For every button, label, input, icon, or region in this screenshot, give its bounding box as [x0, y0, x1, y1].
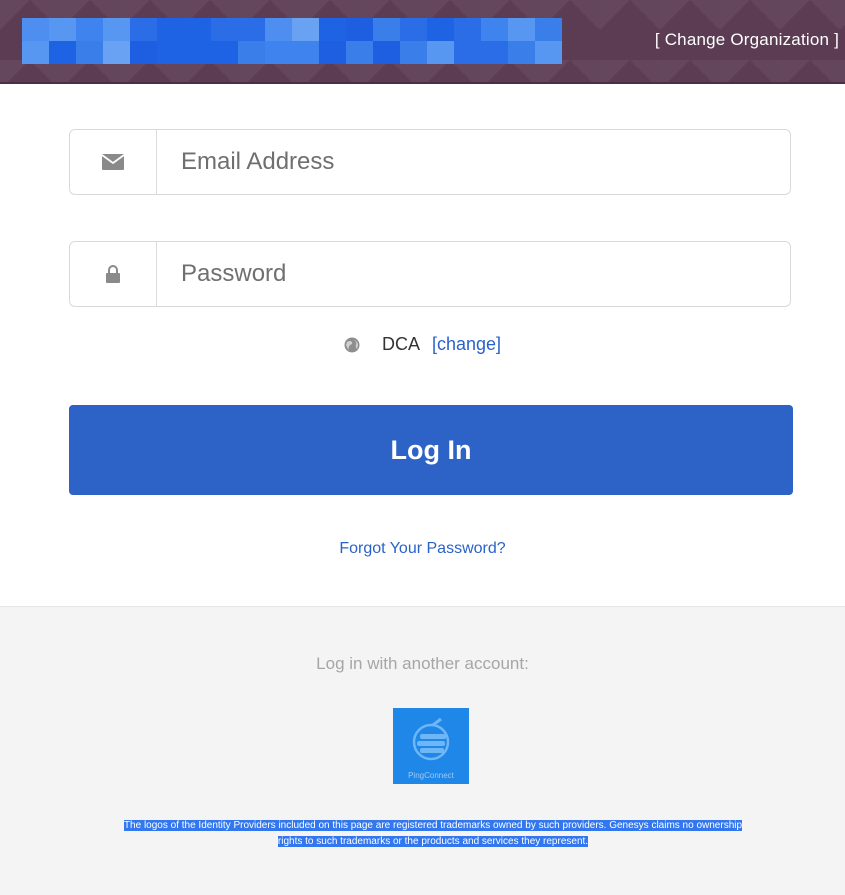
redaction-pixel [130, 41, 157, 64]
redaction-pixel [265, 18, 292, 41]
log-in-button[interactable]: Log In [69, 405, 793, 495]
redaction-pixel [454, 41, 481, 64]
redaction-pixel [400, 18, 427, 41]
redaction-pixel [22, 41, 49, 64]
redaction-pixel [238, 18, 265, 41]
redaction-pixel [184, 41, 211, 64]
email-input[interactable] [157, 130, 790, 194]
redaction-pixel [49, 18, 76, 41]
redaction-pixel [76, 41, 103, 64]
region-change-link[interactable]: [change] [432, 334, 501, 355]
redaction-pixel [427, 18, 454, 41]
redaction-pixel [157, 41, 184, 64]
redaction-pixel [427, 41, 454, 64]
redaction-pixel [130, 18, 157, 41]
alternate-login-panel: Log in with another account: PingConnect… [0, 606, 845, 895]
redaction-pixel [292, 41, 319, 64]
password-addon [70, 242, 157, 306]
redaction-pixel [508, 18, 535, 41]
redaction-pixel [265, 41, 292, 64]
redaction-pixel [76, 18, 103, 41]
redaction-pixel [157, 18, 184, 41]
redaction-pixel [238, 41, 265, 64]
alternate-login-title: Log in with another account: [316, 654, 529, 673]
forgot-password-link[interactable]: Forgot Your Password? [0, 540, 845, 558]
redaction-pixel [481, 18, 508, 41]
redaction-pixel [184, 18, 211, 41]
redaction-pixel [49, 41, 76, 64]
redaction-pixel [346, 18, 373, 41]
provider-label: PingConnect [408, 771, 454, 780]
organization-name-redacted [22, 18, 562, 64]
redaction-pixel [535, 18, 562, 41]
redaction-pixel [400, 41, 427, 64]
redaction-pixel [373, 18, 400, 41]
region-selector: DCA [change] [0, 334, 845, 355]
lock-icon [106, 265, 120, 283]
redaction-pixel [373, 41, 400, 64]
redaction-pixel [22, 18, 49, 41]
redaction-pixel [319, 41, 346, 64]
email-addon [70, 130, 157, 194]
redaction-pixel [103, 18, 130, 41]
redaction-pixel [481, 41, 508, 64]
disclaimer-line-1: The logos of the Identity Providers incl… [123, 820, 743, 831]
redaction-pixel [211, 41, 238, 64]
trademark-disclaimer: The logos of the Identity Providers incl… [58, 818, 808, 850]
password-field[interactable] [69, 241, 791, 307]
redaction-pixel [292, 18, 319, 41]
region-code: DCA [381, 334, 420, 354]
header-bar: [ Change Organization ] [0, 0, 845, 84]
redaction-pixel [211, 18, 238, 41]
change-organization-link[interactable]: [ Change Organization ] [655, 30, 839, 50]
email-field[interactable] [69, 129, 791, 195]
redaction-pixel [454, 18, 481, 41]
redaction-pixel [346, 41, 373, 64]
identity-provider-button[interactable]: PingConnect [393, 708, 469, 784]
redaction-pixel [508, 41, 535, 64]
envelope-icon [102, 154, 124, 170]
password-input[interactable] [157, 242, 790, 306]
redaction-pixel [103, 41, 130, 64]
redaction-pixel [535, 41, 562, 64]
redaction-pixel [319, 18, 346, 41]
globe-icon [344, 337, 360, 352]
disclaimer-line-2: rights to such trademarks or the product… [277, 836, 589, 847]
